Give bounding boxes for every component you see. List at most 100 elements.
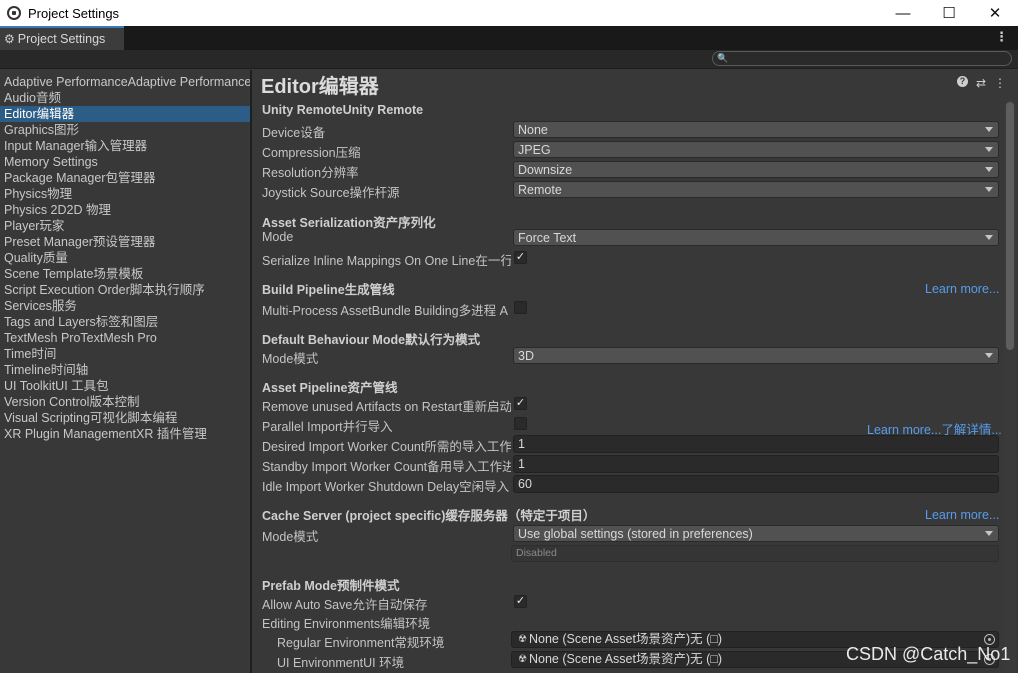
cache-mode-label: Mode模式: [262, 530, 319, 544]
window-title: Project Settings: [28, 5, 120, 21]
desired-workers-field[interactable]: 1: [513, 435, 999, 453]
parallel-import-checkbox[interactable]: [514, 417, 527, 430]
standby-workers-label: Standby Import Worker Count备用导入工作进: [262, 460, 511, 474]
gear-icon: ⚙: [4, 32, 15, 46]
dropdown-arrow-icon: [985, 127, 993, 132]
idle-shutdown-delay-label: Idle Import Worker Shutdown Delay空闲导入: [262, 480, 510, 494]
sidebar-item-package-manager[interactable]: Package Manager包管理器: [0, 170, 250, 186]
desired-workers-label: Desired Import Worker Count所需的导入工作: [262, 440, 511, 454]
sidebar-item-ui-toolkit[interactable]: UI ToolkitUI 工具包: [0, 378, 250, 394]
editor-settings-panel: Editor编辑器 ? ⇄ ⋮ Unity RemoteUnity Remote…: [252, 70, 1018, 673]
behaviour-mode-label: Mode模式: [262, 352, 319, 366]
search-box[interactable]: 🔍: [712, 51, 1012, 66]
sidebar-item-visual-scripting[interactable]: Visual Scripting可视化脚本编程: [0, 410, 250, 426]
serialization-mode-value: Force Text: [518, 230, 577, 245]
presets-icon[interactable]: ⇄: [976, 76, 986, 90]
window-controls: — ☐ ✕: [880, 0, 1018, 26]
multiprocess-bundle-label: Multi-Process AssetBundle Building多进程 A: [262, 304, 508, 318]
ui-environment-value: None (Scene Asset场景资产)无 (□): [528, 652, 722, 666]
parallel-import-label: Parallel Import并行导入: [262, 420, 393, 434]
device-value: None: [518, 122, 548, 137]
tab-project-settings[interactable]: ⚙ Project Settings: [0, 26, 124, 50]
section-prefab-mode: Prefab Mode预制件模式: [262, 579, 400, 593]
serialization-mode-label: Mode: [262, 230, 294, 244]
more-options-icon[interactable]: ⋮: [994, 76, 1006, 90]
tab-menu-icon[interactable]: ⋮: [995, 29, 1008, 45]
sidebar-item-textmesh-pro[interactable]: TextMesh ProTextMesh Pro: [0, 330, 250, 346]
search-bar-row: 🔍: [0, 50, 1018, 69]
maximize-button[interactable]: ☐: [926, 0, 972, 26]
sidebar-item-input-manager[interactable]: Input Manager输入管理器: [0, 138, 250, 154]
settings-sidebar: Adaptive PerformanceAdaptive Performance…: [0, 70, 250, 673]
cache-server-learn-more-link[interactable]: Learn more...: [925, 508, 999, 522]
help-icon[interactable]: ?: [956, 76, 968, 87]
serialization-mode-dropdown[interactable]: Force Text: [513, 229, 999, 246]
search-icon: 🔍: [717, 53, 729, 63]
section-asset-pipeline: Asset Pipeline资产管线: [262, 381, 398, 395]
sidebar-item-editor[interactable]: Editor编辑器: [0, 106, 250, 122]
sidebar-item-script-execution-order[interactable]: Script Execution Order脚本执行顺序: [0, 282, 250, 298]
window-title-bar: Project Settings — ☐ ✕: [0, 0, 1018, 26]
idle-shutdown-delay-field[interactable]: 60: [513, 475, 999, 493]
scene-asset-icon: ☢: [518, 634, 527, 645]
sidebar-item-memory-settings[interactable]: Memory Settings: [0, 154, 250, 170]
page-title: Editor编辑器: [261, 76, 379, 98]
dropdown-arrow-icon: [985, 187, 993, 192]
joystick-source-label: Joystick Source操作杆源: [262, 186, 400, 200]
sidebar-item-scene-template[interactable]: Scene Template场景模板: [0, 266, 250, 282]
unity-logo-icon: [7, 6, 21, 20]
sidebar-item-quality[interactable]: Quality质量: [0, 250, 250, 266]
device-label: Device设备: [262, 126, 326, 140]
resolution-dropdown[interactable]: Downsize: [513, 161, 999, 178]
sidebar-item-tags-and-layers[interactable]: Tags and Layers标签和图层: [0, 314, 250, 330]
sidebar-item-adaptive-performance[interactable]: Adaptive PerformanceAdaptive Performance: [0, 74, 250, 90]
sidebar-item-timeline[interactable]: Timeline时间轴: [0, 362, 250, 378]
sidebar-item-graphics[interactable]: Graphics图形: [0, 122, 250, 138]
editing-environments-label: Editing Environments编辑环境: [262, 617, 431, 631]
tab-label: Project Settings: [17, 32, 106, 46]
dropdown-arrow-icon: [985, 147, 993, 152]
sidebar-item-preset-manager[interactable]: Preset Manager预设管理器: [0, 234, 250, 250]
sidebar-item-xr-plugin-management[interactable]: XR Plugin ManagementXR 插件管理: [0, 426, 250, 442]
tab-strip: ⚙ Project Settings ⋮: [0, 26, 1018, 50]
behaviour-mode-dropdown[interactable]: 3D: [513, 347, 999, 364]
search-input[interactable]: [732, 52, 1003, 65]
header-icons: ? ⇄ ⋮: [956, 76, 1006, 90]
scrollbar-thumb[interactable]: [1006, 102, 1014, 350]
section-build-pipeline: Build Pipeline生成管线: [262, 283, 395, 297]
device-dropdown[interactable]: None: [513, 121, 999, 138]
cache-mode-dropdown[interactable]: Use global settings (stored in preferenc…: [513, 525, 999, 542]
section-unity-remote: Unity RemoteUnity Remote: [262, 103, 424, 117]
sidebar-item-services[interactable]: Services服务: [0, 298, 250, 314]
dropdown-arrow-icon: [985, 235, 993, 240]
vertical-scrollbar[interactable]: [1004, 100, 1016, 673]
sidebar-item-player[interactable]: Player玩家: [0, 218, 250, 234]
remove-unused-artifacts-label: Remove unused Artifacts on Restart重新启动: [262, 400, 511, 414]
minimize-button[interactable]: —: [880, 0, 926, 26]
regular-environment-label: Regular Environment常规环境: [277, 636, 445, 650]
resolution-label: Resolution分辨率: [262, 166, 359, 180]
remove-unused-artifacts-checkbox[interactable]: ✓: [514, 397, 527, 410]
sidebar-item-physics-2d[interactable]: Physics 2D2D 物理: [0, 202, 250, 218]
scene-asset-icon: ☢: [518, 654, 527, 665]
sidebar-item-version-control[interactable]: Version Control版本控制: [0, 394, 250, 410]
cache-status-field: Disabled: [511, 545, 999, 562]
sidebar-item-time[interactable]: Time时间: [0, 346, 250, 362]
ui-environment-label: UI EnvironmentUI 环境: [277, 656, 405, 670]
joystick-source-value: Remote: [518, 182, 562, 197]
compression-value: JPEG: [518, 142, 551, 157]
build-pipeline-learn-more-link[interactable]: Learn more...: [925, 282, 999, 296]
close-button[interactable]: ✕: [972, 0, 1018, 26]
dropdown-arrow-icon: [985, 531, 993, 536]
section-cache-server: Cache Server (project specific)缓存服务器（特定于…: [262, 509, 596, 523]
multiprocess-bundle-checkbox[interactable]: [514, 301, 527, 314]
standby-workers-field[interactable]: 1: [513, 455, 999, 473]
joystick-source-dropdown[interactable]: Remote: [513, 181, 999, 198]
allow-auto-save-checkbox[interactable]: ✓: [514, 595, 527, 608]
sidebar-item-physics[interactable]: Physics物理: [0, 186, 250, 202]
section-default-behaviour-mode: Default Behaviour Mode默认行为模式: [262, 333, 481, 347]
serialize-inline-checkbox[interactable]: ✓: [514, 251, 527, 264]
regular-environment-value: None (Scene Asset场景资产)无 (□): [528, 632, 722, 646]
compression-dropdown[interactable]: JPEG: [513, 141, 999, 158]
sidebar-item-audio[interactable]: Audio音频: [0, 90, 250, 106]
